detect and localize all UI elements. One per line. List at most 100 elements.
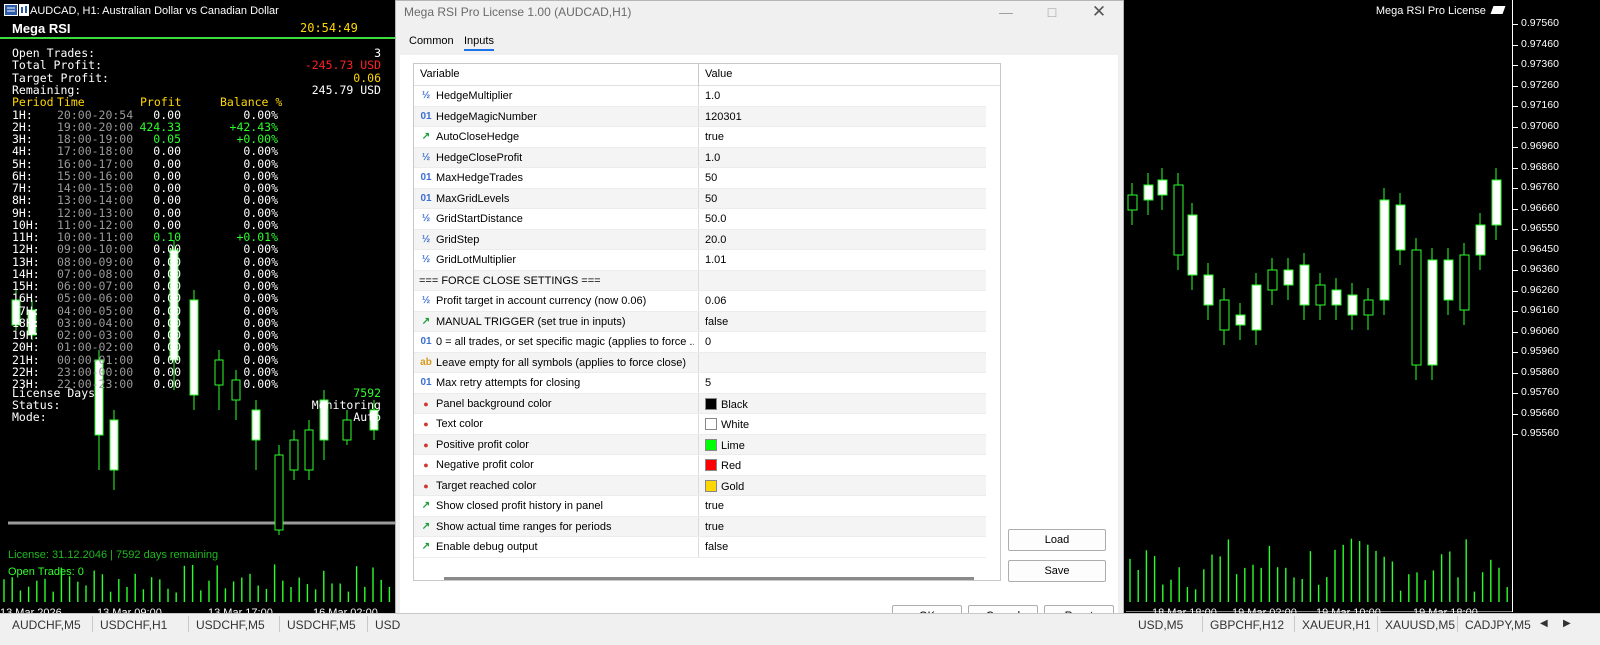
input-row[interactable]: ↗ Enable debug output false <box>414 537 986 558</box>
input-value[interactable]: Red <box>705 459 741 472</box>
input-row[interactable]: ● Positive profit color Lime <box>414 434 986 455</box>
input-value[interactable]: 1.0 <box>705 152 720 164</box>
input-row[interactable]: ½ GridStartDistance 50.0 <box>414 209 986 230</box>
input-value[interactable]: 5 <box>705 377 711 389</box>
price-label: 0.97360 <box>1521 58 1559 70</box>
symbol-tab[interactable]: GBPCHF,H12 <box>1210 618 1284 632</box>
symbol-tab[interactable]: USD,M5 <box>1138 618 1183 632</box>
candle-body <box>1411 249 1422 366</box>
input-value[interactable]: 120301 <box>705 111 742 123</box>
input-row[interactable]: 01 0 = all trades, or set specific magic … <box>414 332 986 353</box>
symbol-tab[interactable]: USDCHF,M5 <box>196 618 265 632</box>
input-value[interactable]: true <box>705 131 724 143</box>
input-row[interactable]: ● Text color White <box>414 414 986 435</box>
integer-type-icon: 01 <box>420 172 432 183</box>
input-value[interactable]: 50 <box>705 193 717 205</box>
candle-body <box>1299 264 1310 306</box>
input-row[interactable]: ½ Profit target in account currency (now … <box>414 291 986 312</box>
input-value[interactable]: 50 <box>705 172 717 184</box>
tab-inputs[interactable]: Inputs <box>464 35 494 51</box>
input-variable: Panel background color <box>436 397 552 410</box>
price-axis[interactable]: 0.97560 0.97460 0.97360 0.97260 0.97160 0.970… <box>1512 0 1600 612</box>
inputs-grid[interactable]: Variable Value ½ HedgeMultiplier 1.0 01 Hedg… <box>413 63 1001 581</box>
load-button[interactable]: Load <box>1008 529 1106 551</box>
input-value[interactable]: false <box>705 316 728 328</box>
candle-body <box>1443 259 1454 301</box>
input-value[interactable]: true <box>705 521 724 533</box>
input-value[interactable]: 1.0 <box>705 90 720 102</box>
scroll-right-icon[interactable]: ▶ <box>1563 618 1571 629</box>
double-type-icon: ½ <box>421 295 431 306</box>
integer-type-icon: 01 <box>420 336 432 347</box>
candle-body <box>304 429 314 471</box>
symbol-tab[interactable]: CADJPY,M5 <box>1465 618 1531 632</box>
input-row[interactable]: 01 Max retry attempts for closing 5 <box>414 373 986 394</box>
input-row[interactable]: ● Panel background color Black <box>414 393 986 414</box>
input-row[interactable]: 01 MaxGridLevels 50 <box>414 188 986 209</box>
input-variable: Positive profit color <box>436 438 529 451</box>
symbol-tab[interactable]: USD <box>375 618 400 632</box>
save-button-label: Save <box>1044 565 1070 577</box>
column-value[interactable]: Value <box>705 68 732 80</box>
input-row[interactable]: ↗ Show closed profit history in panel true <box>414 496 986 517</box>
input-row[interactable]: ↗ AutoCloseHedge true <box>414 127 986 148</box>
input-value-text: 1.01 <box>705 254 727 266</box>
symbol-tab[interactable]: XAUEUR,H1 <box>1302 618 1371 632</box>
input-value[interactable]: false <box>705 541 728 553</box>
symbol-tab[interactable]: XAUUSD,M5 <box>1385 618 1455 632</box>
price-tick <box>1513 434 1518 435</box>
candle-body <box>274 454 284 531</box>
price-label: 0.96260 <box>1521 283 1559 296</box>
save-button[interactable]: Save <box>1008 560 1106 582</box>
input-row[interactable]: ↗ MANUAL TRIGGER (set true in inputs) fals… <box>414 311 986 332</box>
input-row[interactable]: ½ HedgeMultiplier 1.0 <box>414 86 986 107</box>
horizontal-scrollbar[interactable] <box>444 577 974 580</box>
input-row[interactable]: ↗ Show actual time ranges for periods true <box>414 516 986 537</box>
symbol-tab[interactable]: AUDCHF,M5 <box>12 618 81 632</box>
scroll-left-icon[interactable]: ◀ <box>1540 618 1548 629</box>
input-row[interactable]: ● Negative profit color Red <box>414 455 986 476</box>
minimize-icon[interactable]: — <box>991 3 1021 21</box>
input-value[interactable]: true <box>705 500 724 512</box>
candle-body <box>1331 289 1342 306</box>
input-value[interactable]: Gold <box>705 479 744 493</box>
input-row[interactable]: ● Target reached color Gold <box>414 475 986 496</box>
input-row[interactable]: ½ GridLotMultiplier 1.01 <box>414 250 986 271</box>
symbol-tab[interactable]: USDCHF,M5 <box>287 618 356 632</box>
input-value[interactable]: 0.06 <box>705 295 726 307</box>
input-value[interactable]: 50.0 <box>705 213 726 225</box>
symbol-tab[interactable]: USDCHF,H1 <box>100 618 167 632</box>
one-click-trading-icon[interactable] <box>19 4 29 16</box>
input-value[interactable]: Black <box>705 397 748 411</box>
bool-type-icon: ↗ <box>421 131 431 142</box>
input-variable: HedgeMagicNumber <box>436 110 537 123</box>
window-menu-icon[interactable] <box>4 4 18 16</box>
price-tick <box>1513 311 1518 312</box>
input-value[interactable]: Lime <box>705 438 745 452</box>
input-row[interactable]: ½ GridStep 20.0 <box>414 229 986 250</box>
input-row[interactable]: 01 HedgeMagicNumber 120301 <box>414 106 986 127</box>
price-tick <box>1513 167 1518 169</box>
palette-icon: ● <box>423 480 429 491</box>
input-variable: Target reached color <box>436 479 537 492</box>
price-label: 0.97560 <box>1521 17 1559 29</box>
color-swatch <box>705 397 717 410</box>
price-label: 0.95560 <box>1521 427 1559 439</box>
input-value-text: 50.0 <box>705 213 727 225</box>
panel-title: Mega RSI <box>12 21 71 36</box>
column-variable[interactable]: Variable <box>420 68 460 80</box>
input-row[interactable]: 01 MaxHedgeTrades 50 <box>414 168 986 189</box>
double-type-icon: ½ <box>421 213 431 224</box>
input-row[interactable]: ab Leave empty for all symbols (applies t… <box>414 352 986 373</box>
maximize-icon[interactable]: □ <box>1037 3 1067 21</box>
close-icon[interactable]: ✕ <box>1084 3 1114 21</box>
tab-common[interactable]: Common <box>409 35 454 47</box>
input-row[interactable]: ½ HedgeCloseProfit 1.0 <box>414 147 986 168</box>
input-value[interactable]: 20.0 <box>705 234 726 246</box>
input-value[interactable]: White <box>705 418 749 431</box>
input-value[interactable]: 1.01 <box>705 254 726 266</box>
candle-body <box>1395 204 1406 251</box>
input-value[interactable]: 0 <box>705 336 711 348</box>
footer-open-trades: Open Trades: 0 <box>8 566 84 578</box>
input-row[interactable]: === FORCE CLOSE SETTINGS === <box>414 270 986 291</box>
